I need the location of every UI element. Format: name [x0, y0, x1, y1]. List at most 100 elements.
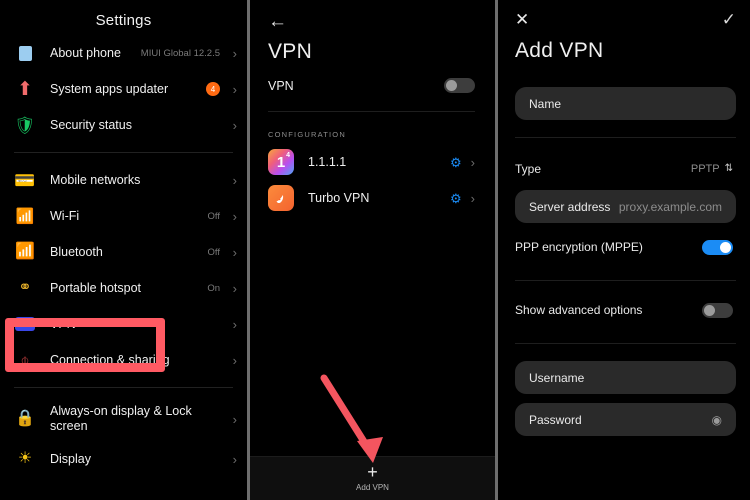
chevron-right-icon: ›	[232, 45, 237, 61]
page-title: Add VPN	[515, 39, 604, 62]
show-advanced-options-toggle[interactable]	[702, 302, 733, 318]
sidebar-item-label: Display	[50, 451, 91, 466]
bluetooth-state: Off	[207, 246, 221, 258]
system-apps-updater-icon: ⬆	[17, 78, 33, 100]
sidebar-item-security-status[interactable]: 🛡 Security status ›	[0, 107, 247, 143]
add-vpn-label: Add VPN	[356, 483, 389, 492]
eye-reveal-icon[interactable]: ◉	[712, 414, 722, 426]
divider	[14, 387, 233, 388]
sidebar-item-always-on-display-lock-screen[interactable]: 🔒 Always-on display & Lock screen ›	[0, 397, 247, 441]
sidebar-item-mobile-networks[interactable]: 💳 Mobile networks ›	[0, 162, 247, 198]
server-address-label: Server address	[529, 199, 611, 214]
type-label: Type	[515, 162, 542, 176]
chevron-right-icon: ›	[470, 154, 475, 170]
turbo-vpn-app-icon	[268, 185, 294, 211]
mobile-networks-icon: 💳	[14, 170, 36, 190]
about-phone-icon	[14, 42, 36, 64]
list-item[interactable]: 1 4 1.1.1.1 ⚙ ›	[250, 139, 495, 175]
sidebar-item-label: Portable hotspot	[50, 280, 142, 295]
vpn-icon: VPN	[14, 313, 36, 335]
sidebar-item-wifi[interactable]: 📶 Wi-Fi Off ›	[0, 198, 247, 234]
stepper-icon[interactable]: ⇅	[725, 164, 733, 174]
vpn-panel: ← VPN VPN CONFIGURATION 1 4 1.1.1.1 ⚙ ›	[250, 0, 495, 500]
sidebar-item-label: Connection & sharing	[50, 352, 170, 367]
chevron-right-icon: ›	[232, 117, 237, 133]
plus-icon: +	[367, 462, 378, 482]
sidebar-item-label: About phone	[50, 45, 121, 60]
chevron-right-icon: ›	[470, 190, 475, 206]
ppp-encryption-label: PPP encryption (MPPE)	[515, 240, 643, 254]
server-address-placeholder: proxy.example.com	[618, 199, 722, 214]
list-item[interactable]: Turbo VPN ⚙ ›	[250, 175, 495, 211]
lock-icon: 🔒	[15, 410, 35, 427]
ppp-encryption-toggle[interactable]	[702, 239, 733, 255]
section-header-configuration: CONFIGURATION	[268, 130, 346, 139]
confirm-check-icon[interactable]: ✓	[722, 11, 736, 28]
back-arrow-icon[interactable]: ←	[250, 0, 495, 31]
security-status-icon: 🛡	[14, 115, 36, 135]
username-field[interactable]: Username	[515, 361, 736, 394]
type-row[interactable]: Type PPTP ⇅	[498, 153, 750, 185]
sidebar-item-about-phone[interactable]: About phone MIUI Global 12.2.5 ›	[0, 35, 247, 71]
page-title: Settings	[95, 12, 152, 29]
vpn-config-name: 1.1.1.1	[308, 155, 347, 169]
add-vpn-toolbar: ✕ ✓	[498, 0, 750, 28]
toggle-knob	[720, 241, 731, 253]
name-field-label: Name	[529, 96, 562, 111]
type-value: PPTP	[690, 163, 720, 175]
portable-hotspot-icon: ⚭	[18, 279, 32, 296]
sidebar-item-label: Bluetooth	[50, 244, 103, 259]
gear-icon[interactable]: ⚙	[450, 156, 462, 169]
sidebar-item-label: VPN	[50, 316, 76, 331]
wifi-icon: 📶	[15, 207, 35, 225]
vpn-config-name: Turbo VPN	[308, 191, 370, 205]
sidebar-item-label: Always-on display & Lock screen	[50, 404, 192, 433]
chevron-right-icon: ›	[232, 451, 237, 467]
sidebar-item-system-apps-updater[interactable]: ⬆ System apps updater 4 ›	[0, 71, 247, 107]
status-badge: 4	[206, 82, 220, 96]
add-vpn-button[interactable]: + Add VPN	[250, 456, 495, 500]
add-vpn-panel: ✕ ✓ Add VPN Name Type PPTP ⇅ Server addr…	[498, 0, 750, 500]
gear-icon[interactable]: ⚙	[450, 192, 462, 205]
vpn-master-toggle-row[interactable]: VPN	[250, 64, 495, 93]
sidebar-item-bluetooth[interactable]: 📶 Bluetooth Off ›	[0, 234, 247, 270]
about-phone-value: MIUI Global 12.2.5	[140, 47, 220, 59]
toggle-knob	[446, 80, 457, 91]
wifi-state: Off	[207, 210, 221, 222]
chevron-right-icon: ›	[232, 280, 237, 296]
vpn-toggle-label: VPN	[268, 78, 294, 93]
show-advanced-options-label: Show advanced options	[515, 303, 643, 317]
bluetooth-icon: 📶	[15, 243, 35, 260]
chevron-right-icon: ›	[232, 208, 237, 224]
password-field[interactable]: Password ◉	[515, 403, 736, 436]
page-title: VPN	[268, 40, 313, 63]
sidebar-item-portable-hotspot[interactable]: ⚭ Portable hotspot On ›	[0, 270, 247, 306]
sidebar-item-display[interactable]: ☀ Display ›	[0, 441, 247, 477]
hotspot-state: On	[207, 282, 220, 294]
toggle-knob	[704, 304, 715, 316]
chevron-right-icon: ›	[232, 411, 237, 427]
divider	[14, 152, 233, 153]
sidebar-item-connection-sharing[interactable]: ⌽ Connection & sharing ›	[0, 342, 247, 378]
settings-panel: Settings About phone MIUI Global 12.2.5 …	[0, 0, 247, 500]
close-icon[interactable]: ✕	[515, 11, 529, 28]
name-field[interactable]: Name	[515, 87, 736, 120]
chevron-right-icon: ›	[232, 81, 237, 97]
chevron-right-icon: ›	[232, 244, 237, 260]
username-field-label: Username	[529, 370, 585, 385]
chevron-right-icon: ›	[232, 316, 237, 332]
one-one-one-one-app-icon: 1 4	[268, 149, 294, 175]
sidebar-item-label: Wi-Fi	[50, 208, 80, 223]
sidebar-item-label: Mobile networks	[50, 172, 141, 187]
password-field-label: Password	[529, 412, 582, 427]
chevron-right-icon: ›	[232, 172, 237, 188]
connection-sharing-icon: ⌽	[20, 351, 30, 369]
server-address-field[interactable]: Server address proxy.example.com	[515, 190, 736, 223]
sidebar-item-label: System apps updater	[50, 81, 169, 96]
screenshot-root: Settings About phone MIUI Global 12.2.5 …	[0, 0, 750, 500]
display-icon: ☀	[17, 450, 33, 467]
ppp-encryption-row[interactable]: PPP encryption (MPPE)	[498, 231, 750, 263]
show-advanced-options-row[interactable]: Show advanced options	[498, 294, 750, 326]
vpn-master-toggle[interactable]	[444, 78, 475, 93]
sidebar-item-vpn[interactable]: VPN VPN ›	[0, 306, 247, 342]
